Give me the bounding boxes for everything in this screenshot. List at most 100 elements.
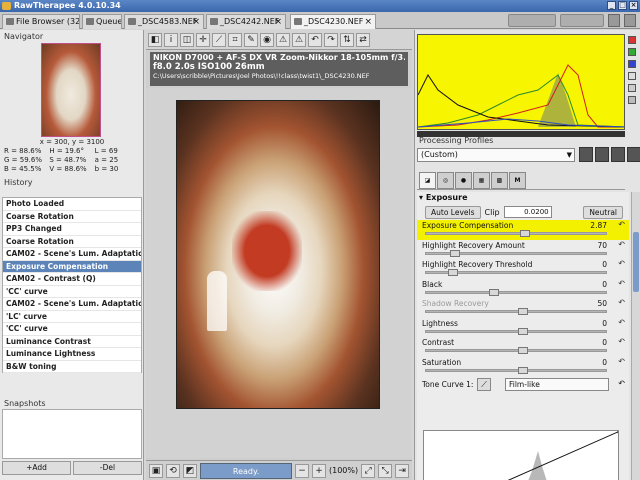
slider-track[interactable]	[425, 347, 607, 354]
tab-metadata-icon[interactable]: M	[509, 172, 526, 189]
minimize-icon[interactable]: _	[607, 1, 616, 10]
tone-curve-select[interactable]: Film-like	[505, 378, 609, 391]
neutral-button[interactable]: Neutral	[583, 205, 623, 219]
blue-channel-toggle[interactable]	[628, 60, 636, 68]
close-icon[interactable]: ×	[629, 1, 638, 10]
red-channel-toggle[interactable]	[628, 36, 636, 44]
zoom-fit-icon[interactable]: ⤢	[361, 463, 376, 478]
list-item-selected[interactable]: Exposure Compensation	[3, 260, 141, 273]
adjuster-value[interactable]: 0	[602, 280, 607, 289]
adjuster-value[interactable]: 0	[602, 358, 607, 367]
toggle-right-panel-icon[interactable]: ⇥	[395, 463, 410, 478]
tab-transform-icon[interactable]: ▦	[473, 172, 490, 189]
reset-icon[interactable]: ↶	[618, 240, 625, 249]
slider-track[interactable]	[425, 230, 607, 237]
adjuster-value[interactable]: 70	[597, 241, 607, 250]
bar-toggle[interactable]	[628, 96, 636, 104]
profile-select[interactable]: (Custom) ▼	[417, 148, 575, 162]
exposure-header[interactable]: ▾ Exposure	[417, 192, 629, 204]
copy-profile-icon[interactable]	[611, 147, 625, 162]
list-item[interactable]: CAM02 - Contrast (Q)	[3, 273, 141, 286]
paste-profile-icon[interactable]	[627, 147, 640, 162]
list-item[interactable]: 'CC' curve	[3, 286, 141, 298]
profile-icon[interactable]: ◩	[183, 463, 197, 478]
tab-queue[interactable]: Queue	[82, 14, 122, 29]
save-profile-icon[interactable]	[595, 147, 609, 162]
close-tab-icon[interactable]: ×	[274, 16, 282, 29]
zoom-100-icon[interactable]: ⤡	[378, 463, 393, 478]
load-profile-icon[interactable]	[579, 147, 593, 162]
maximize-icon[interactable]: □	[618, 1, 627, 10]
flip-vertical-icon[interactable]: ⇅	[340, 32, 354, 47]
slider-handle[interactable]	[489, 288, 500, 296]
close-tab-icon[interactable]: ×	[364, 16, 372, 29]
fullscreen-icon[interactable]	[624, 14, 636, 27]
curve-type-icon[interactable]: ⟋	[477, 378, 491, 391]
preview-image[interactable]	[176, 100, 380, 409]
reset-icon[interactable]: ↶	[618, 318, 625, 327]
slider-track[interactable]	[425, 308, 607, 315]
reset-icon[interactable]: ⟲	[166, 463, 180, 478]
luma-channel-toggle[interactable]	[628, 72, 636, 80]
adjuster-value[interactable]: 2.87	[590, 221, 607, 230]
image-icon[interactable]: ▣	[149, 463, 163, 478]
tab-detail-icon[interactable]: ◎	[437, 172, 454, 189]
delete-snapshot-button[interactable]: -Del	[73, 461, 142, 475]
wb-icon[interactable]: ◉	[260, 32, 274, 47]
list-item[interactable]: Luminance Contrast	[3, 336, 141, 348]
reset-icon[interactable]: ↶	[618, 220, 625, 229]
tab-image-1[interactable]: _DSC4583.NEF ×	[124, 14, 204, 29]
green-channel-toggle[interactable]	[628, 48, 636, 56]
adjuster-value[interactable]: 50	[597, 299, 607, 308]
straighten-icon[interactable]: ⟋	[212, 32, 226, 47]
slider-track[interactable]	[425, 269, 607, 276]
reset-icon[interactable]: ↶	[618, 259, 625, 268]
reset-icon[interactable]: ↶	[618, 279, 625, 288]
adjuster-value[interactable]: 0	[602, 260, 607, 269]
crop-icon[interactable]: ⌗	[228, 32, 242, 47]
tools-scrollbar[interactable]	[631, 192, 640, 480]
slider-handle[interactable]	[518, 366, 529, 374]
reset-icon[interactable]: ↶	[618, 298, 625, 307]
navigator-thumbnail[interactable]	[41, 43, 101, 137]
adjuster-value[interactable]: 0	[602, 319, 607, 328]
slider-handle[interactable]	[518, 327, 529, 335]
slider-track[interactable]	[425, 366, 607, 374]
rotate-right-icon[interactable]: ↷	[324, 32, 338, 47]
hand-tool-icon[interactable]: ✛	[196, 32, 210, 47]
add-snapshot-button[interactable]: +Add	[2, 461, 71, 475]
adjuster-value[interactable]: 0	[602, 338, 607, 347]
list-item[interactable]: Photo Loaded	[3, 198, 141, 211]
slider-track[interactable]	[425, 288, 607, 296]
reset-icon[interactable]: ↶	[618, 379, 625, 388]
tone-curve-editor[interactable]	[423, 430, 619, 480]
before-after-icon[interactable]: ◫	[180, 32, 194, 47]
slider-track[interactable]	[425, 249, 607, 257]
rotate-left-icon[interactable]: ↶	[308, 32, 322, 47]
reset-icon[interactable]: ↶	[618, 357, 625, 366]
zoom-out-icon[interactable]: −	[295, 463, 309, 478]
flip-horizontal-icon[interactable]: ⇄	[356, 32, 370, 47]
prefs-icon[interactable]	[608, 14, 620, 27]
list-item[interactable]: 'CC' curve	[3, 323, 141, 336]
slider-handle[interactable]	[518, 308, 529, 315]
shadow-warning-icon[interactable]: ⚠	[276, 32, 290, 47]
highlight-warning-icon[interactable]: ⚠	[292, 32, 306, 47]
slider-handle[interactable]	[518, 347, 529, 354]
slider-track[interactable]	[425, 327, 607, 335]
tab-exposure-icon[interactable]: ◪	[419, 172, 436, 189]
slider-handle[interactable]	[520, 230, 530, 237]
info-icon[interactable]: i	[164, 32, 178, 47]
close-tab-icon[interactable]: ×	[192, 16, 200, 29]
tab-color-icon[interactable]: ●	[455, 172, 472, 189]
tab-image-3[interactable]: _DSC4230.NEF ×	[290, 14, 376, 29]
clip-input[interactable]: 0.0200	[503, 206, 552, 218]
zoom-in-icon[interactable]: +	[312, 463, 326, 478]
tab-raw-icon[interactable]: ▩	[491, 172, 508, 189]
slider-handle[interactable]	[449, 249, 460, 257]
tab-file-browser[interactable]: File Browser (32)	[2, 14, 80, 29]
list-item[interactable]: CAM02 - Scene's Lum. Adaptation	[3, 298, 141, 311]
list-item[interactable]: Coarse Rotation	[3, 236, 141, 248]
slider-handle[interactable]	[448, 269, 458, 276]
list-item[interactable]: Luminance Lightness	[3, 348, 141, 361]
